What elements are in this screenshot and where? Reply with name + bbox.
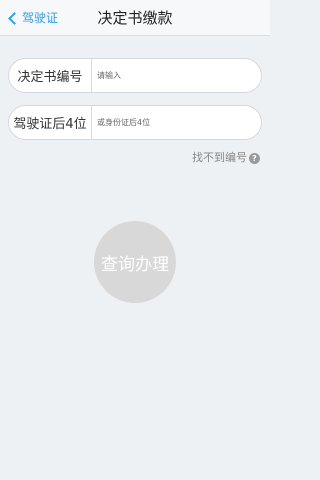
- decision-number-input[interactable]: [92, 59, 261, 92]
- decision-number-field: 决定书编号: [8, 58, 262, 93]
- cannot-find-number-label: 找不到编号: [192, 151, 247, 164]
- decision-number-label: 决定书编号: [9, 59, 92, 92]
- license-last4-field: 驾驶证后4位: [8, 105, 262, 140]
- cannot-find-number-link[interactable]: 找不到编号 ?: [192, 151, 260, 165]
- page-title: 决定书缴款: [97, 9, 173, 27]
- query-button[interactable]: 查询办理: [94, 221, 176, 303]
- nav-bar: 驾驶证 决定书缴款: [0, 0, 270, 36]
- license-last4-label: 驾驶证后4位: [9, 106, 92, 139]
- license-last4-input[interactable]: [92, 106, 261, 139]
- query-button-label: 查询办理: [101, 254, 169, 275]
- question-icon: ?: [249, 152, 260, 164]
